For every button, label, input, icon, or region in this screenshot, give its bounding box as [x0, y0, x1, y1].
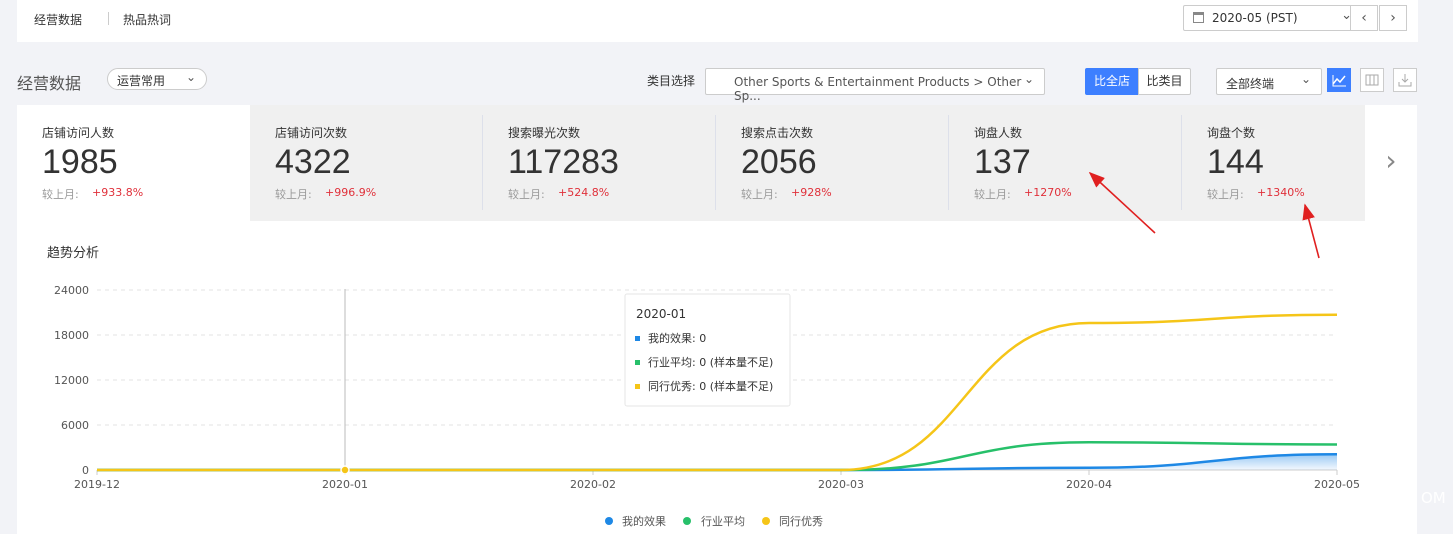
- tooltip-row: 同行优秀: 0 (样本量不足): [648, 379, 773, 393]
- y-tick-label: 0: [82, 464, 89, 477]
- y-tick-label: 18000: [54, 329, 89, 342]
- chart-tooltip: 2020-01 我的效果: 0 行业平均: 0 (样本量不足) 同行优秀: 0 …: [624, 293, 791, 407]
- x-tick-label: 2019-12: [74, 478, 120, 491]
- tooltip-marker: [635, 384, 640, 389]
- y-tick-label: 12000: [54, 374, 89, 387]
- tooltip-marker: [635, 336, 640, 341]
- x-tick-label: 2020-01: [322, 478, 368, 491]
- tooltip-row: 行业平均: 0 (样本量不足): [648, 355, 773, 369]
- tooltip-title: 2020-01: [636, 307, 686, 321]
- legend-label[interactable]: 同行优秀: [779, 515, 823, 528]
- legend-marker: [605, 517, 613, 525]
- y-tick-label: 24000: [54, 284, 89, 297]
- legend-marker: [683, 517, 691, 525]
- hover-point: [340, 465, 350, 475]
- chart-legend: 我的效果 行业平均 同行优秀: [605, 514, 823, 528]
- x-tick-label: 2020-04: [1066, 478, 1112, 491]
- y-tick-label: 6000: [61, 419, 89, 432]
- legend-marker: [762, 517, 770, 525]
- tooltip-marker: [635, 360, 640, 365]
- legend-label[interactable]: 行业平均: [701, 515, 745, 528]
- legend-label[interactable]: 我的效果: [622, 514, 666, 528]
- x-tick-label: 2020-02: [570, 478, 616, 491]
- annotation-arrow: [1302, 203, 1320, 259]
- tooltip-row: 我的效果: 0: [648, 331, 706, 345]
- annotation-arrow: [1088, 171, 1156, 234]
- series-area-my-performance: [97, 454, 1337, 470]
- trend-chart: 060001200018000240002019-12 2020-01 2020-0…: [54, 171, 1360, 528]
- x-tick-label: 2020-05: [1314, 478, 1360, 491]
- x-tick-label: 2020-03: [818, 478, 864, 491]
- cut-off-watermark-text: OM: [1421, 489, 1446, 507]
